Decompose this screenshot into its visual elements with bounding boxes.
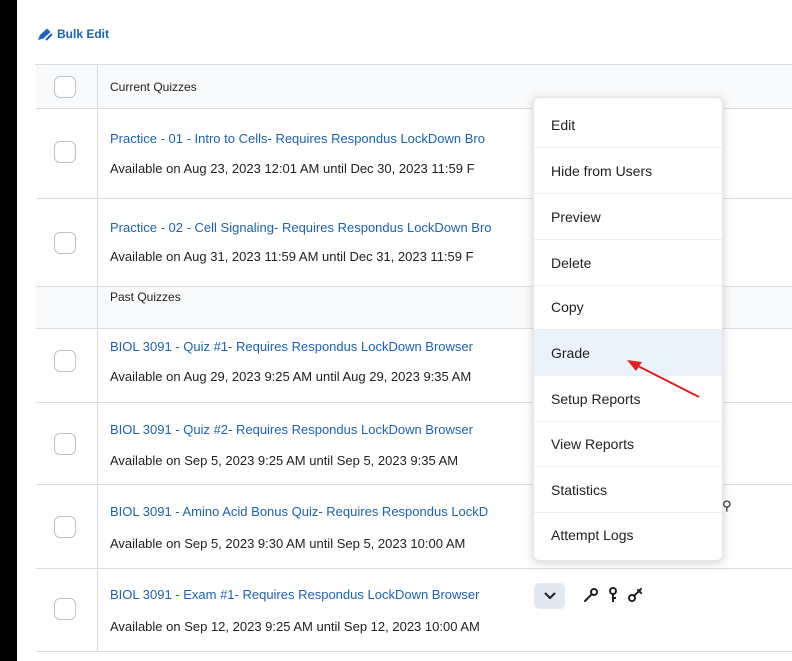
actions-context-menu: Edit Hide from Users Preview Delete Copy… [533,97,723,561]
menu-item-edit[interactable]: Edit [534,102,722,148]
row-checkbox[interactable] [54,350,76,372]
actions-menu-button[interactable] [534,583,565,609]
quiz-availability: Available on Sep 5, 2023 9:30 AM until S… [110,536,466,551]
quiz-title-link[interactable]: BIOL 3091 - Quiz #2- Requires Respondus … [110,422,473,437]
menu-item-delete[interactable]: Delete [534,240,722,286]
wrench-icon[interactable] [583,587,599,603]
select-all-checkbox[interactable] [54,76,76,98]
row-checkbox[interactable] [54,232,76,254]
section-label-past: Past Quizzes [110,290,181,304]
menu-item-view-reports[interactable]: View Reports [534,421,722,467]
bulk-edit-button[interactable]: Bulk Edit [37,27,109,41]
row-checkbox[interactable] [54,598,76,620]
menu-item-copy[interactable]: Copy [534,284,722,330]
menu-item-preview[interactable]: Preview [534,194,722,240]
quiz-title-link[interactable]: BIOL 3091 - Exam #1- Requires Respondus … [110,587,479,602]
quiz-availability: Available on Sep 12, 2023 9:25 AM until … [110,619,480,634]
key-icon[interactable] [607,587,619,603]
chevron-down-icon [544,592,555,599]
row-checkbox[interactable] [54,141,76,163]
bulk-edit-pencil-icon [38,28,53,41]
menu-item-attempt-logs[interactable]: Attempt Logs [534,512,722,558]
quiz-title-link[interactable]: Practice - 02 - Cell Signaling- Requires… [110,220,492,235]
special-access-icon[interactable] [627,587,645,603]
quiz-title-link[interactable]: Practice - 01 - Intro to Cells- Requires… [110,131,485,146]
quiz-availability: Available on Aug 29, 2023 9:25 AM until … [110,369,472,384]
quiz-title-link[interactable]: BIOL 3091 - Amino Acid Bonus Quiz- Requi… [110,504,488,519]
row-checkbox[interactable] [54,433,76,455]
menu-item-setup-reports[interactable]: Setup Reports [534,376,722,422]
section-label-current: Current Quizzes [110,80,197,94]
menu-item-grade[interactable]: Grade [534,330,722,376]
key-icon[interactable]: ⚲ [722,498,732,514]
quiz-title-link[interactable]: BIOL 3091 - Quiz #1- Requires Respondus … [110,339,473,354]
menu-item-statistics[interactable]: Statistics [534,467,722,513]
quiz-availability: Available on Aug 31, 2023 11:59 AM until… [110,249,474,264]
quiz-availability: Available on Sep 5, 2023 9:25 AM until S… [110,453,459,468]
table-row: BIOL 3091 - Exam #1- Requires Respondus … [36,569,792,652]
quiz-availability: Available on Aug 23, 2023 12:01 AM until… [110,161,475,176]
quiz-table: Current Quizzes Practice - 01 - Intro to… [35,64,792,652]
bulk-edit-label: Bulk Edit [57,27,110,41]
row-checkbox[interactable] [54,516,76,538]
menu-item-hide-from-users[interactable]: Hide from Users [534,148,722,194]
